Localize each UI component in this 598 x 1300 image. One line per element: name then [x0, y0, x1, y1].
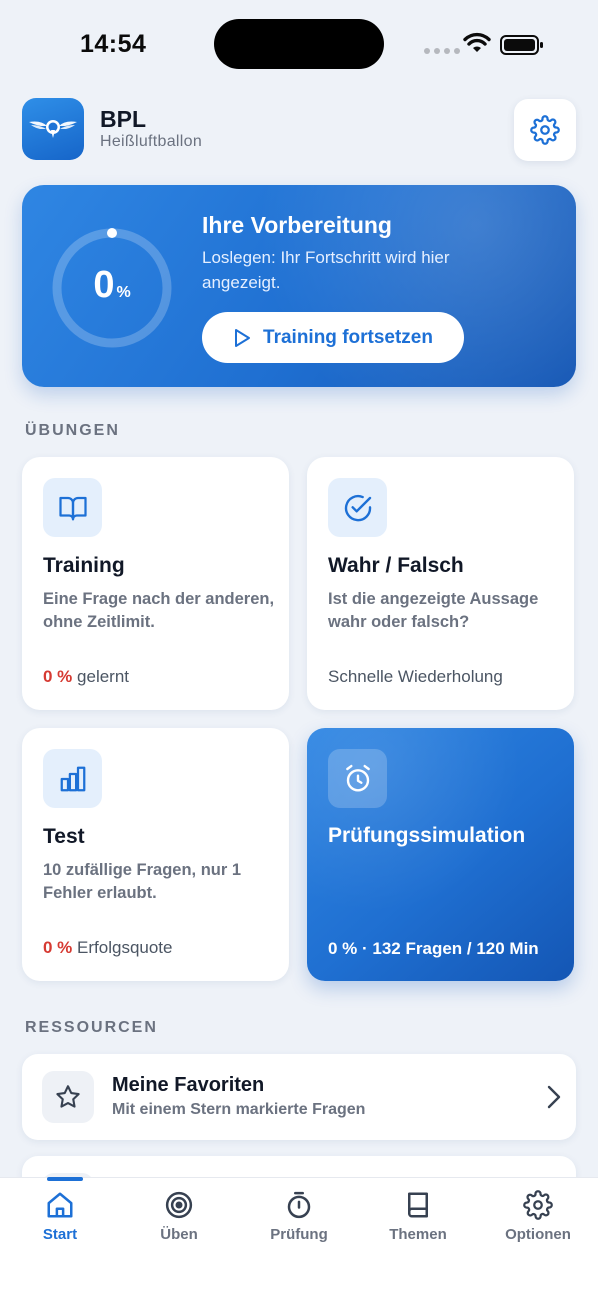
- tab-topics-label: Themen: [389, 1226, 447, 1243]
- favorites-title: Meine Favoriten: [112, 1074, 265, 1096]
- training-card[interactable]: Training Eine Frage nach der anderen, oh…: [22, 457, 289, 710]
- tab-options-label: Optionen: [505, 1226, 571, 1243]
- active-tab-indicator: [47, 1177, 83, 1181]
- test-stat-value: 0 %: [43, 938, 73, 957]
- check-circle-icon: [344, 494, 371, 521]
- true-false-title: Wahr / Falsch: [328, 554, 464, 577]
- training-title: Training: [43, 554, 125, 577]
- dynamic-island: [214, 19, 384, 69]
- exam-simulation-title: Prüfungssimulation: [328, 824, 526, 847]
- favorites-subtitle: Mit einem Stern markierte Fragen: [112, 1101, 366, 1118]
- test-title: Test: [43, 825, 85, 848]
- stopwatch-icon: [287, 1191, 311, 1219]
- test-description: 10 zufällige Fragen, nur 1 Fehler erlaub…: [43, 861, 242, 902]
- tab-bar: Start Üben Prüfung Themen Optionen: [0, 1177, 598, 1300]
- app-logo: [22, 98, 84, 160]
- status-time: 14:54: [80, 30, 147, 58]
- wifi-icon: [463, 32, 491, 52]
- target-icon: [165, 1191, 193, 1219]
- tab-topics[interactable]: Themen: [363, 1178, 473, 1268]
- training-icon-box: [43, 478, 102, 537]
- tab-practice[interactable]: Üben: [124, 1178, 234, 1268]
- favorites-icon-box: [42, 1071, 94, 1123]
- tab-practice-label: Üben: [160, 1226, 198, 1243]
- continue-training-button[interactable]: Training fortsetzen: [202, 312, 464, 363]
- training-stat: 0 % gelernt: [43, 667, 129, 687]
- tab-options[interactable]: Optionen: [483, 1178, 593, 1268]
- test-icon-box: [43, 749, 102, 808]
- continue-training-label: Training fortsetzen: [263, 326, 433, 348]
- status-bar: 14:54: [0, 0, 598, 90]
- bar-chart-icon: [60, 766, 85, 791]
- section-resources: RESSOURCEN: [25, 1019, 158, 1036]
- true-false-foot: Schnelle Wiederholung: [328, 667, 503, 686]
- signal-dots-icon: [424, 48, 460, 54]
- home-icon: [47, 1192, 73, 1218]
- star-icon: [56, 1085, 80, 1108]
- preparation-card: 0% Ihre Vorbereitung Loslegen: Ihr Forts…: [22, 185, 576, 387]
- exam-simulation-foot: 0 % · 132 Fragen / 120 Min: [328, 939, 539, 958]
- training-description: Eine Frage nach der anderen, ohne Zeitli…: [43, 590, 275, 631]
- gear-icon: [530, 115, 560, 145]
- settings-button[interactable]: [514, 99, 576, 161]
- gear-icon: [523, 1190, 553, 1220]
- battery-icon: [500, 35, 543, 55]
- alarm-clock-icon: [345, 764, 370, 792]
- training-stat-label: gelernt: [77, 667, 130, 686]
- preparation-text: Loslegen: Ihr Fortschritt wird hier ange…: [202, 248, 450, 292]
- true-false-card[interactable]: Wahr / Falsch Ist die angezeigte Aussage…: [307, 457, 574, 710]
- test-stat-label: Erfolgsquote: [77, 938, 173, 957]
- favorites-item[interactable]: Meine Favoriten Mit einem Stern markiert…: [22, 1054, 576, 1140]
- section-exercises: ÜBUNGEN: [25, 422, 120, 439]
- preparation-title: Ihre Vorbereitung: [202, 212, 392, 238]
- app-title: BPL: [100, 106, 146, 132]
- test-stat: 0 % Erfolgsquote: [43, 938, 172, 958]
- book-icon: [408, 1192, 428, 1218]
- chevron-right-icon: [547, 1085, 561, 1109]
- book-open-icon: [58, 496, 87, 520]
- winged-balloon-icon: [29, 120, 77, 138]
- progress-value: 0%: [93, 264, 131, 306]
- tab-exam[interactable]: Prüfung: [244, 1178, 354, 1268]
- training-stat-value: 0 %: [43, 667, 73, 686]
- tab-start[interactable]: Start: [5, 1177, 115, 1268]
- true-false-icon-box: [328, 478, 387, 537]
- exam-simulation-icon-box: [328, 749, 387, 808]
- exam-simulation-card[interactable]: Prüfungssimulation 0 % · 132 Fragen / 12…: [307, 728, 574, 981]
- tab-start-label: Start: [42, 1226, 78, 1243]
- play-icon: [235, 328, 251, 347]
- true-false-description: Ist die angezeigte Aussage wahr oder fal…: [328, 590, 539, 631]
- tab-exam-label: Prüfung: [270, 1226, 328, 1243]
- app-subtitle: Heißluftballon: [100, 133, 203, 150]
- test-card[interactable]: Test 10 zufällige Fragen, nur 1 Fehler e…: [22, 728, 289, 981]
